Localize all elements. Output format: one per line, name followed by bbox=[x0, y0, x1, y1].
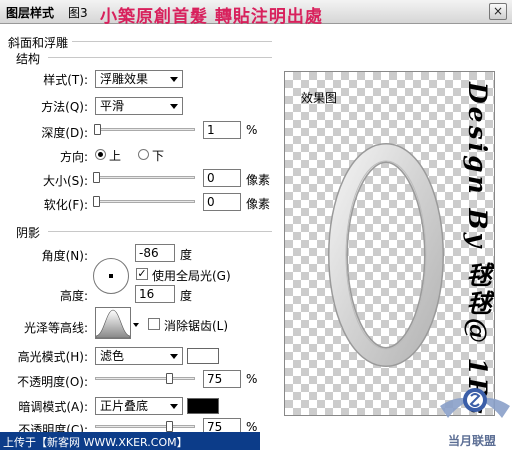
bevel-divider bbox=[72, 41, 272, 42]
bevel-section-title: 斜面和浮雕 bbox=[8, 36, 69, 50]
depth-slider-track[interactable] bbox=[95, 128, 195, 131]
highlight-opacity-unit: % bbox=[246, 372, 258, 386]
effect-preview: 效果图 Design By 毬毬@ 1Ps.c bbox=[284, 71, 495, 416]
highlight-opacity-thumb[interactable] bbox=[166, 373, 173, 384]
shadow-mode-dropdown[interactable]: 正片叠底 bbox=[95, 397, 183, 415]
depth-slider-thumb[interactable] bbox=[94, 124, 101, 135]
highlight-mode-label: 高光模式(H): bbox=[17, 350, 88, 364]
highlight-opacity-input[interactable]: 75 bbox=[203, 370, 241, 388]
depth-label: 深度(D): bbox=[41, 126, 88, 140]
angle-unit: 度 bbox=[180, 248, 193, 262]
contour-curve-icon bbox=[95, 309, 131, 339]
style-label: 样式(T): bbox=[43, 73, 88, 87]
chevron-down-icon bbox=[170, 104, 178, 109]
direction-up-radio[interactable] bbox=[95, 149, 106, 160]
angle-dial-center bbox=[109, 274, 113, 278]
shadow-opacity-track[interactable] bbox=[95, 425, 195, 428]
watermark-design-text: Design By 毬毬@ 1Ps.c bbox=[463, 82, 492, 416]
altitude-label: 高度: bbox=[59, 289, 88, 303]
shading-section-title: 阴影 bbox=[16, 226, 41, 240]
highlight-color-swatch[interactable] bbox=[187, 348, 219, 364]
chevron-down-icon bbox=[170, 354, 178, 359]
window-title: 图层样式 bbox=[6, 6, 55, 20]
soften-slider-track[interactable] bbox=[95, 200, 195, 203]
structure-title: 结构 bbox=[16, 52, 41, 66]
size-unit: 像素 bbox=[246, 173, 271, 187]
dialog-body: 斜面和浮雕 结构 样式(T): 浮雕效果 方法(Q): 平滑 深度(D): 1 … bbox=[0, 25, 512, 450]
direction-down-radio[interactable] bbox=[138, 149, 149, 160]
highlight-mode-value: 滤色 bbox=[100, 349, 125, 363]
soften-slider-thumb[interactable] bbox=[93, 196, 100, 207]
shadow-color-swatch[interactable] bbox=[187, 398, 219, 414]
figure-label: 图3 bbox=[68, 6, 88, 20]
altitude-input[interactable]: 16 bbox=[135, 285, 175, 303]
highlight-opacity-track[interactable] bbox=[95, 377, 195, 380]
size-label: 大小(S): bbox=[42, 174, 88, 188]
direction-label: 方向: bbox=[59, 150, 88, 164]
footer-text: 上传于【新客网 WWW.XKER.COM】 bbox=[3, 436, 188, 449]
highlight-opacity-label: 不透明度(O): bbox=[17, 375, 88, 389]
anti-alias-checkbox[interactable] bbox=[148, 318, 160, 330]
soften-label: 软化(F): bbox=[43, 198, 88, 212]
chevron-down-icon bbox=[170, 77, 178, 82]
depth-unit: % bbox=[246, 123, 258, 137]
global-light-checkbox[interactable]: ✓ bbox=[136, 268, 148, 280]
logo-text: 当月联盟 bbox=[448, 434, 497, 448]
contour-dropdown-icon[interactable] bbox=[133, 323, 139, 327]
method-label: 方法(Q): bbox=[41, 100, 88, 114]
footer-bar: 上传于【新客网 WWW.XKER.COM】 bbox=[0, 432, 260, 450]
wing-logo-icon bbox=[440, 388, 510, 418]
direction-down-label: 下 bbox=[152, 149, 165, 163]
shadow-mode-value: 正片叠底 bbox=[100, 399, 149, 413]
style-dropdown[interactable]: 浮雕效果 bbox=[95, 70, 183, 88]
close-button[interactable]: × bbox=[489, 3, 507, 20]
size-slider-thumb[interactable] bbox=[93, 172, 100, 183]
method-dropdown[interactable]: 平滑 bbox=[95, 97, 183, 115]
structure-divider bbox=[48, 57, 272, 58]
shading-divider bbox=[48, 231, 272, 232]
size-input[interactable]: 0 bbox=[203, 169, 241, 187]
altitude-unit: 度 bbox=[180, 289, 193, 303]
highlight-mode-dropdown[interactable]: 滤色 bbox=[95, 347, 183, 365]
gloss-contour-picker[interactable] bbox=[95, 307, 131, 339]
size-slider-track[interactable] bbox=[95, 176, 195, 179]
shadow-mode-label: 暗调模式(A): bbox=[18, 400, 88, 414]
method-dropdown-value: 平滑 bbox=[100, 99, 125, 113]
direction-up-label: 上 bbox=[109, 149, 122, 163]
shadow-opacity-thumb[interactable] bbox=[166, 421, 173, 432]
gloss-contour-label: 光泽等高线: bbox=[23, 321, 88, 335]
watermark-text: 小築原創首髮 轉貼注明出處 bbox=[100, 7, 323, 27]
style-dropdown-value: 浮雕效果 bbox=[100, 72, 149, 86]
angle-dial[interactable] bbox=[93, 258, 129, 294]
global-light-label: 使用全局光(G) bbox=[152, 269, 231, 283]
chevron-down-icon bbox=[170, 404, 178, 409]
soften-unit: 像素 bbox=[246, 197, 271, 211]
depth-input[interactable]: 1 bbox=[203, 121, 241, 139]
title-bar: 图层样式 图3 小築原創首髮 轉貼注明出處 × bbox=[0, 0, 512, 27]
anti-alias-label: 消除锯齿(L) bbox=[164, 319, 229, 333]
angle-label: 角度(N): bbox=[41, 249, 88, 263]
angle-input[interactable]: -86 bbox=[135, 244, 175, 262]
soften-input[interactable]: 0 bbox=[203, 193, 241, 211]
